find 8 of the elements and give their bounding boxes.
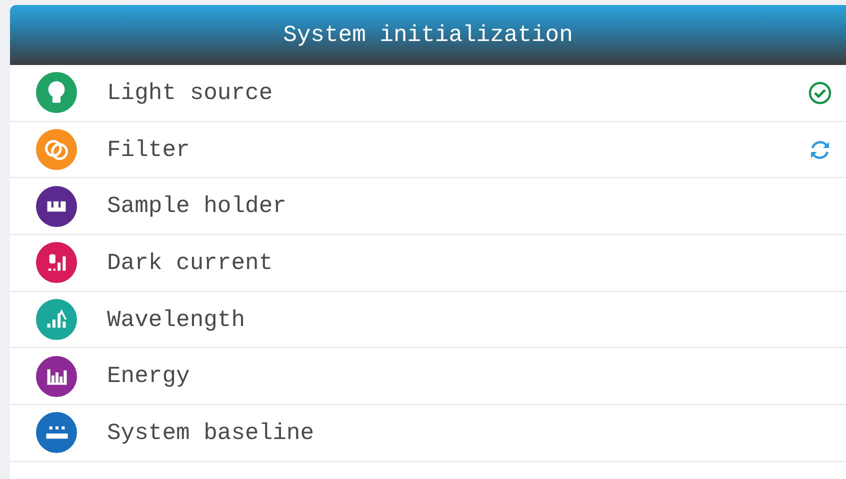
window-title: System initialization [283, 22, 573, 48]
step-label: Light source [107, 80, 274, 106]
step-label: Sample holder [107, 193, 288, 220]
step-label: Energy [107, 363, 191, 390]
step-label: Wavelength [107, 306, 246, 333]
step-label: Dark current [107, 250, 274, 276]
step-label: System baseline [107, 420, 316, 446]
step-label: Filter [107, 136, 191, 163]
